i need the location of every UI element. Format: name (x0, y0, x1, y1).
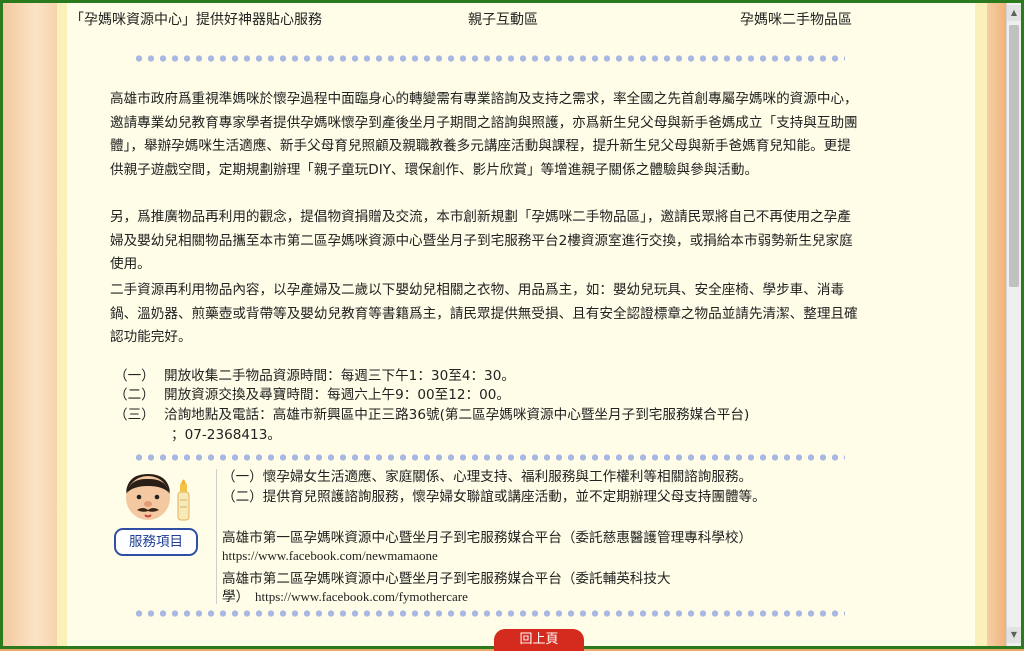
dotted-divider (133, 610, 845, 617)
left-decoration (3, 3, 57, 646)
center-1-name: 高雄市第一區孕媽咪資源中心暨坐月子到宅服務媒合平台（委託慈惠醫護管理專科學校） (222, 530, 753, 546)
vertical-scrollbar[interactable]: ▲ ▼ (1006, 3, 1021, 646)
vertical-divider (216, 469, 217, 604)
service-item-1: （一）懷孕婦女生活適應、家庭關係、心理支持、福利服務與工作權利等相關諮詢服務。 (222, 469, 753, 485)
center-1-link[interactable]: https://www.facebook.com/newmamaone (222, 548, 438, 564)
list-item: （一） 開放收集二手物品資源時間：每週三下午1：30至4：30。 (114, 368, 515, 384)
nav-link-parent-child-area[interactable]: 親子互動區 (468, 9, 538, 29)
nav-link-second-hand-area[interactable]: 孕媽咪二手物品區 (740, 9, 852, 29)
service-items-button[interactable]: 服務項目 (114, 528, 198, 556)
intro-paragraph-1: 高雄市政府爲重視準媽咪於懷孕過程中面臨身心的轉變需有專業諮詢及支持之需求，率全國… (110, 91, 858, 178)
intro-paragraph-3: 二手資源再利用物品內容，以孕產婦及二歲以下嬰幼兒相關之衣物、用品爲主，如：嬰幼兒… (110, 282, 858, 345)
mascot-illustration (126, 474, 190, 521)
list-item: （二） 開放資源交換及尋寶時間：每週六上午9：00至12：00。 (114, 387, 511, 403)
right-decoration (987, 3, 1006, 646)
center-2-link[interactable]: https://www.facebook.com/fymothercare (255, 589, 468, 605)
scroll-up-icon[interactable]: ▲ (1007, 5, 1021, 21)
center-2-name-continuation: 學） (222, 589, 250, 605)
list-item: （三） 洽詢地點及電話：高雄市新興區中正三路36號(第二區孕媽咪資源中心暨坐月子到… (114, 407, 750, 423)
intro-paragraph-2: 另，爲推廣物品再利用的觀念，提倡物資捐贈及交流，本市創新規劃「孕媽咪二手物品區」… (110, 209, 853, 272)
back-to-top-button[interactable]: 回上頁 (494, 629, 584, 651)
scroll-down-icon[interactable]: ▼ (1007, 627, 1021, 643)
dotted-divider (133, 454, 845, 461)
service-item-2: （二）提供育兒照護諮詢服務，懷孕婦女聯誼或講座活動，並不定期辦理父母支持團體等。 (222, 489, 766, 505)
list-item-continuation: ；07-2368413。 (171, 427, 281, 443)
scrollbar-thumb[interactable] (1009, 25, 1019, 287)
center-2-name: 高雄市第二區孕媽咪資源中心暨坐月子到宅服務媒合平台（委託輔英科技大 (222, 571, 671, 587)
dotted-divider (133, 55, 845, 62)
nav-link-resource-center[interactable]: 「孕媽咪資源中心」提供好神器貼心服務 (70, 9, 322, 29)
